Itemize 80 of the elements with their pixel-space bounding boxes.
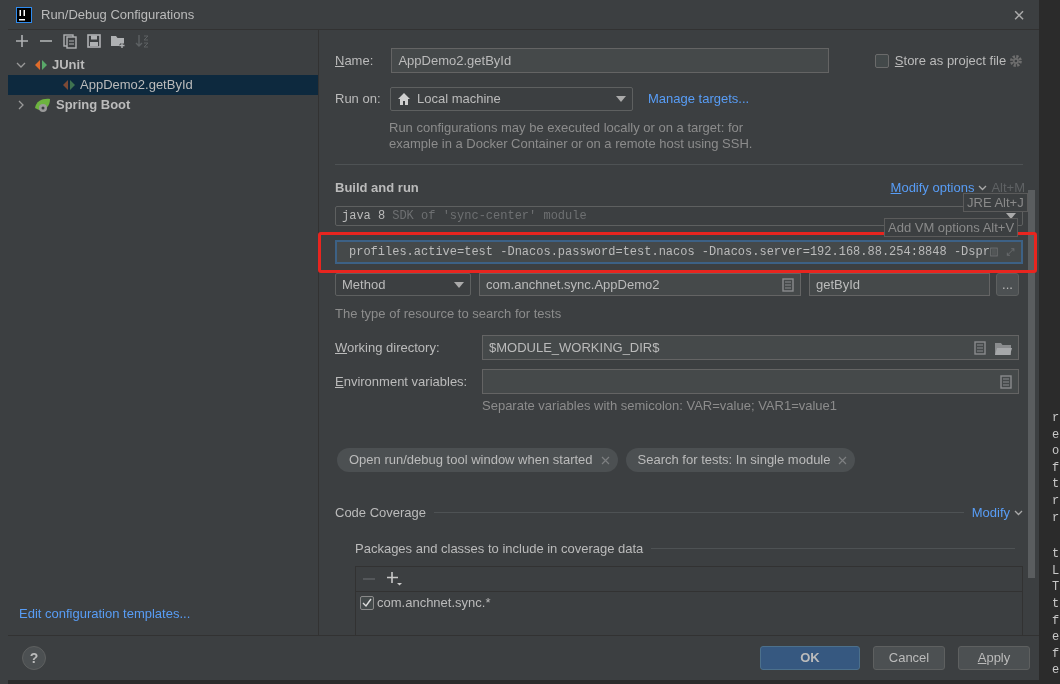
code-fragment: r	[1052, 492, 1060, 510]
run-target-dropdown[interactable]: Local machine	[390, 87, 633, 111]
ok-button[interactable]: OK	[760, 646, 860, 670]
leaf-icon	[34, 97, 52, 113]
test-diamond-icon	[34, 58, 48, 72]
code-fragment: t	[1052, 595, 1060, 613]
hint-text: The type of resource to search for tests	[335, 306, 563, 323]
field-label: Name:	[335, 51, 375, 70]
code-fragment: t	[1052, 546, 1060, 563]
save-icon[interactable]	[86, 33, 102, 49]
working-directory-field[interactable]: $MODULE_WORKING_DIR$	[482, 335, 1019, 361]
code-fragment: r	[1052, 410, 1060, 427]
code-fragment: f	[1052, 459, 1060, 477]
pattern-label: com.anchnet.sync.*	[377, 594, 491, 613]
chevron-down-icon	[1014, 509, 1023, 516]
tooltip: JRE Alt+J	[963, 193, 1028, 212]
field-label: Environment variables:	[335, 372, 469, 391]
vm-options-field[interactable]: profiles.active=test -Dnacos.password=test.nacos -Dnacos.server=192.168.88.254:8848 -Dspr	[335, 240, 1023, 265]
close-icon	[838, 455, 848, 465]
checkbox-label: Store as project file	[894, 51, 1007, 70]
browse-button[interactable]: ...	[996, 273, 1019, 297]
gear-icon	[1009, 53, 1023, 68]
hint-text: Separate variables with semicolon: VAR=value; VAR1=value1	[482, 398, 839, 415]
code-fragment: f	[1052, 645, 1060, 663]
code-fragment: e	[1052, 426, 1060, 444]
copy-icon[interactable]	[62, 33, 78, 49]
name-field[interactable]: AppDemo2.getById	[391, 48, 829, 73]
code-fragment: f	[1052, 612, 1060, 630]
window-title: Run/Debug Configurations	[41, 5, 195, 24]
dialog-button[interactable]: Apply	[958, 646, 1030, 670]
field-label: Working directory:	[335, 338, 441, 357]
dropdown-arrow-icon	[1006, 213, 1016, 220]
document-icon	[782, 277, 794, 292]
close-button[interactable]: ×	[1007, 4, 1031, 25]
section-title: Packages and classes to include in coverage data	[355, 539, 644, 558]
dialog-button[interactable]: Cancel	[873, 646, 945, 670]
code-fragment: r	[1052, 509, 1060, 527]
tree-item[interactable]: Spring Boot	[8, 95, 318, 115]
checkbox[interactable]	[360, 596, 374, 611]
document-icon	[1000, 374, 1012, 389]
code-fragment: o	[1052, 443, 1060, 460]
app-logo-icon	[16, 6, 32, 23]
section-title: Build and run	[335, 178, 419, 197]
home-icon	[397, 92, 411, 106]
help-button[interactable]: ?	[22, 646, 46, 670]
method-field[interactable]: getById	[809, 273, 990, 297]
folder-add-icon[interactable]	[110, 33, 126, 49]
folder-icon	[994, 340, 1012, 355]
chevron-right-icon	[16, 100, 26, 110]
code-fragment: T	[1052, 579, 1060, 596]
document-icon	[989, 245, 998, 260]
hint-text: Run configurations may be executed locally or on a target: for example in a Docker Container or on a remote host using SSH.	[389, 120, 754, 152]
test-kind-dropdown[interactable]: Method	[335, 273, 471, 297]
environment-variables-field[interactable]	[482, 369, 1019, 395]
test-diamond-icon	[62, 78, 76, 92]
document-icon	[974, 340, 986, 355]
code-fragment: t	[1052, 476, 1060, 493]
scrollbar[interactable]	[1028, 190, 1035, 578]
option-chip[interactable]: Open run/debug tool window when started	[337, 448, 618, 473]
add-icon[interactable]	[14, 33, 30, 49]
chevron-down-icon	[16, 60, 26, 70]
tree-item[interactable]: AppDemo2.getById	[8, 75, 318, 95]
dropdown-arrow-icon	[616, 96, 626, 102]
code-fragment: L	[1052, 562, 1060, 580]
manage-targets-link[interactable]: Manage targets...	[648, 89, 750, 109]
option-chip[interactable]: Search for tests: In single module	[625, 448, 856, 473]
checkbox[interactable]	[875, 53, 889, 68]
code-fragment: e	[1052, 629, 1060, 646]
chevron-down-icon	[978, 184, 988, 191]
class-field[interactable]: com.anchnet.sync.AppDemo2	[479, 273, 801, 297]
code-fragment: e	[1052, 662, 1060, 679]
add-icon[interactable]	[386, 571, 402, 588]
section-title: Code Coverage	[335, 504, 427, 523]
close-icon	[600, 455, 610, 465]
dropdown-arrow-icon	[454, 281, 464, 288]
templates-link[interactable]: Edit configuration templates...	[19, 603, 318, 623]
field-label: Run on:	[335, 90, 382, 109]
tree-item[interactable]: JUnit	[8, 55, 318, 75]
tooltip: Add VM options Alt+V	[884, 218, 1019, 237]
modify-link[interactable]: Modify	[971, 503, 1010, 523]
